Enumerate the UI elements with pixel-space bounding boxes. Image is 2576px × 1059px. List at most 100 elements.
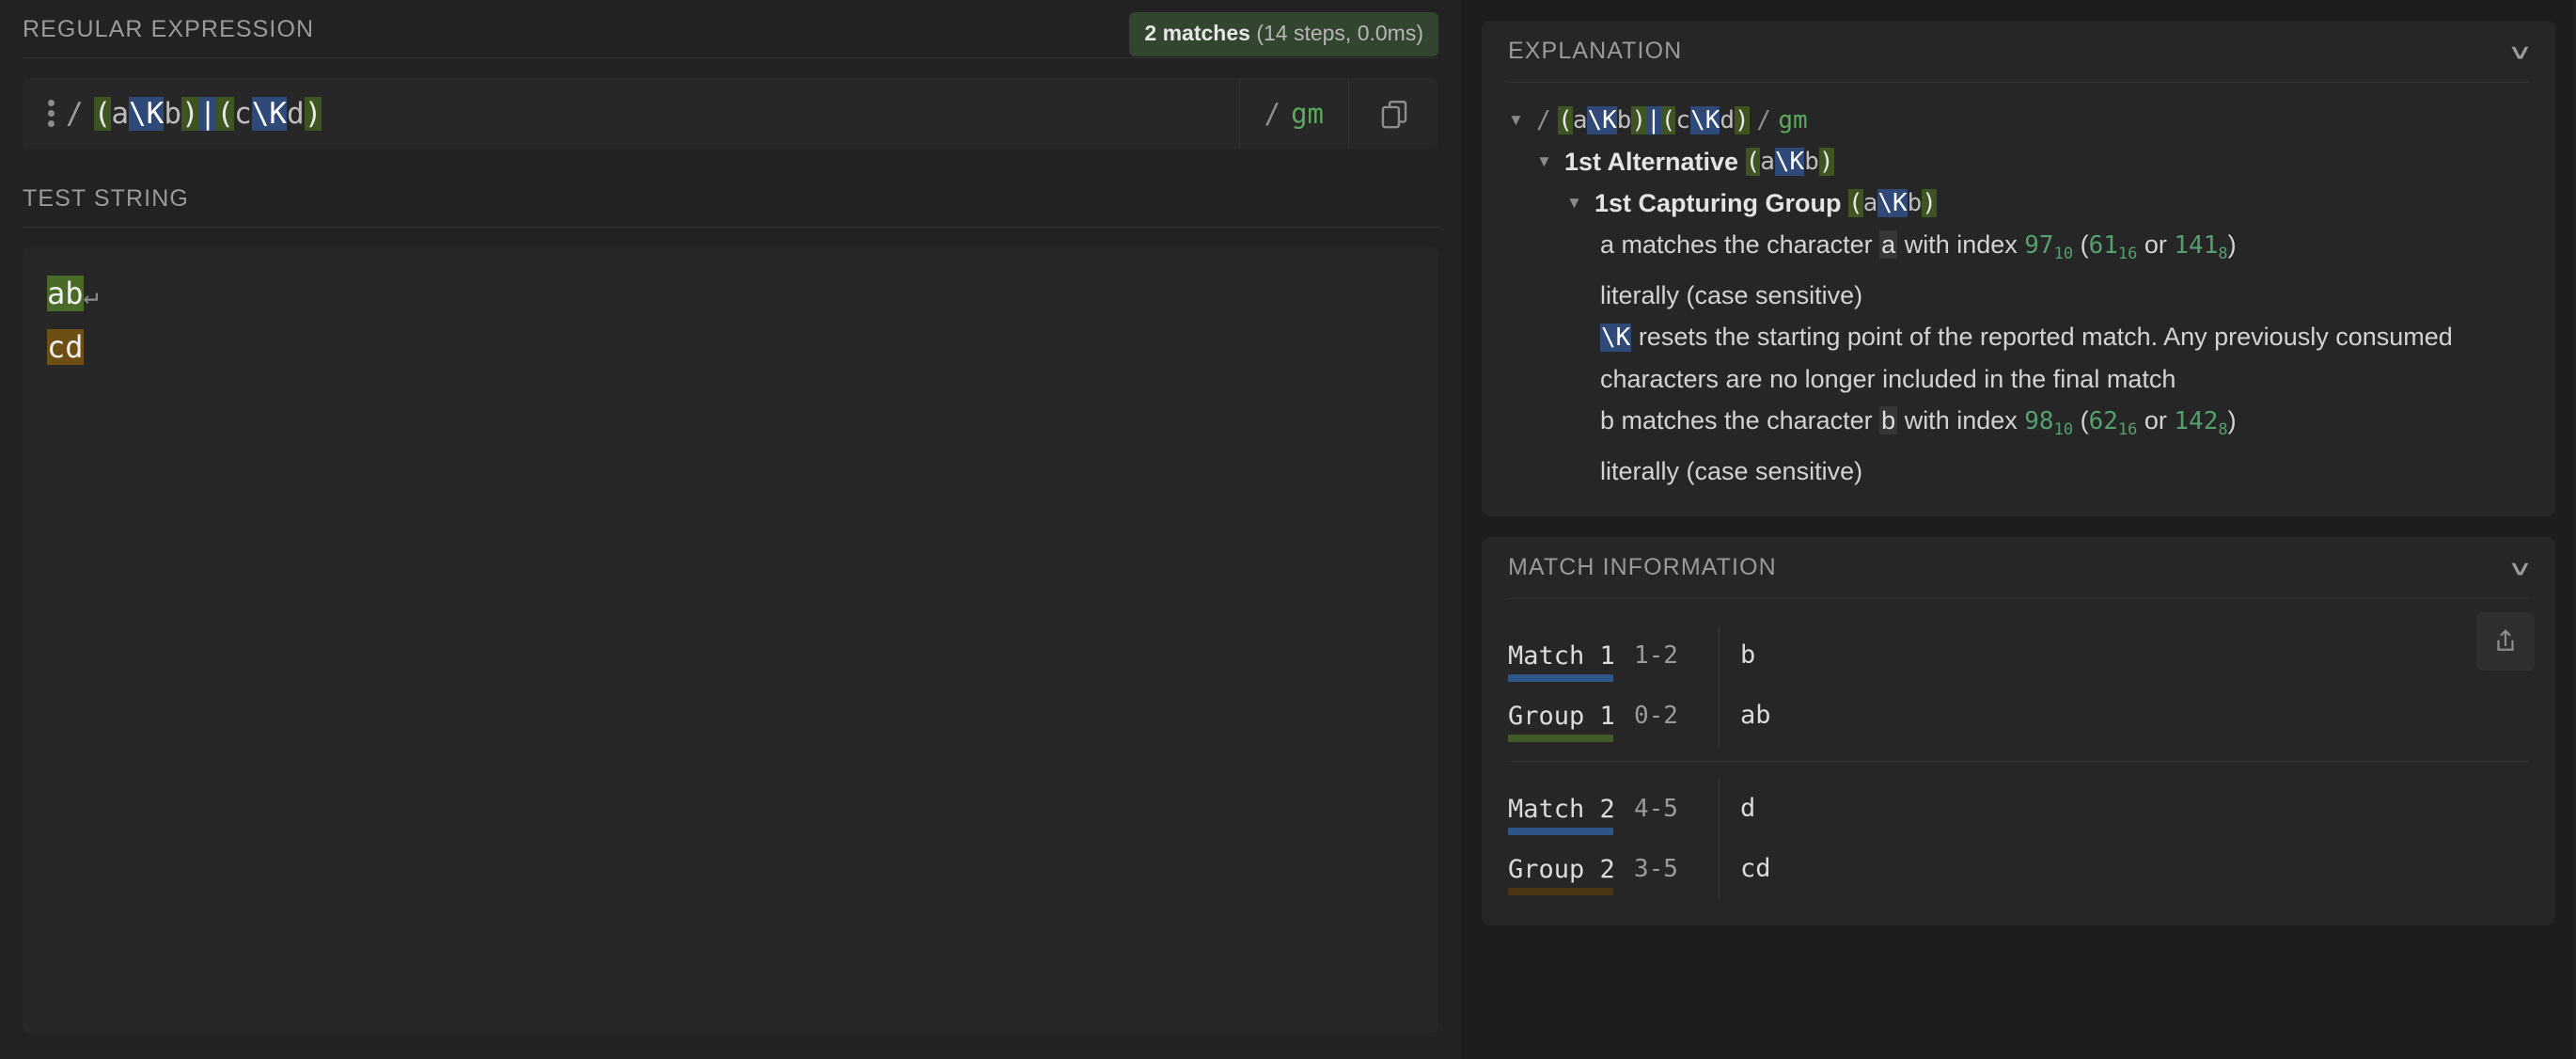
a-match-char: a [1879,230,1898,259]
root-slash-close: / [1756,106,1771,134]
match-information-title: MATCH INFORMATION [1508,554,1777,581]
explanation-card: EXPLANATION ∨ ▼ / (a\Kb)|(c\Kd) / gm ▼ 1… [1482,21,2555,517]
chevron-down-icon[interactable]: ∨ [2507,558,2534,578]
copy-icon [1381,100,1406,128]
root-slash-open: / [1536,106,1551,134]
disclosure-triangle-root[interactable]: ▼ [1508,100,1536,141]
regex-section-header: REGULAR EXPRESSION 2 matches (14 steps, … [0,0,1461,58]
regex-pattern-input[interactable]: (a\Kb)|(c\Kd) [93,96,322,131]
match-count-badge: 2 matches (14 steps, 0.0ms) [1129,12,1438,56]
b-match-octal: 1428 [2174,407,2228,440]
match-label: Match 1 [1508,640,1615,671]
root-pattern: (a\Kb)|(c\Kd) [1558,106,1750,134]
a-match-paren-close: ) [2227,230,2237,259]
newline-glyph: ↵ [83,281,99,310]
test-string-line-2: cd [47,322,1414,372]
table-row[interactable]: Match 2 4-5 d [1508,779,2529,840]
explanation-title: EXPLANATION [1508,38,1683,64]
match-range: 4-5 [1634,795,1678,824]
explanation-line-a-literally: literally (case sensitive) [1600,281,1863,310]
explanation-capturing-group-row[interactable]: ▼ 1st Capturing Group (a\Kb) [1508,182,2529,224]
group-label-cell: Group 1 [1508,701,1617,742]
alternative-pattern: (a\Kb) [1745,148,1834,176]
disclosure-triangle-capturing-group[interactable]: ▼ [1566,182,1594,224]
test-string-title: TEST STRING [23,185,189,212]
disclosure-triangle-alternative[interactable]: ▼ [1536,141,1564,182]
match-information-card: MATCH INFORMATION ∨ Match 1 1-2 b Group … [1482,537,2555,926]
group-label: Group 1 [1508,701,1615,731]
a-match-hex: 6116 [2088,231,2138,264]
regex-tester-app: REGULAR EXPRESSION 2 matches (14 steps, … [0,0,2576,1059]
chevron-down-icon[interactable]: ∨ [2507,40,2534,61]
b-match-decimal: 9810 [2024,407,2074,440]
a-match-paren-open: ( [2080,230,2089,259]
left-pane: REGULAR EXPRESSION 2 matches (14 steps, … [0,0,1463,1059]
regex-delimiter-close: / [1264,97,1281,130]
root-flags: gm [1778,106,1808,134]
explanation-line-a-match: a matches the character a with index 971… [1508,224,2486,275]
explanation-header[interactable]: EXPLANATION ∨ [1508,21,2533,83]
match-group-1: Match 1 1-2 b Group 1 0-2 ab [1508,614,2529,753]
b-match-char: b [1879,406,1898,435]
b-match-mid: with index [1897,406,2025,435]
match-value: d [1719,779,2529,840]
group-label: Group 2 [1508,854,1615,884]
regex-input-box[interactable]: / (a\Kb)|(c\Kd) / gm [23,78,1438,149]
test-string-line-1: ab↵ [47,268,1414,322]
test-string-input[interactable]: ab↵ cd [23,247,1438,1033]
match-information-header[interactable]: MATCH INFORMATION ∨ [1508,537,2533,600]
table-row[interactable]: Group 2 3-5 cd [1508,839,2529,900]
group-value: ab [1719,686,2529,747]
capturing-group-label: 1st Capturing Group [1594,189,1842,217]
match-highlight-2: cd [47,329,84,365]
match-information-body: Match 1 1-2 b Group 1 0-2 ab Match 2 4-5… [1508,599,2535,925]
a-match-octal: 1418 [2174,231,2228,264]
a-match-mid: with index [1897,230,2025,259]
b-match-or: or [2137,406,2175,435]
match-label-cell: Match 2 [1508,794,1617,835]
match-label: Match 2 [1508,794,1615,824]
explanation-alternative-row[interactable]: ▼ 1st Alternative (a\Kb) [1508,141,2529,182]
right-pane: EXPLANATION ∨ ▼ / (a\Kb)|(c\Kd) / gm ▼ 1… [1463,0,2574,1059]
match-color-bar [1508,673,1613,682]
export-matches-button[interactable] [2476,612,2535,672]
regex-delimiter-open: / [66,96,84,131]
match-count-label: 2 matches [1144,21,1250,45]
k-reset-text: resets the starting point of the reporte… [1600,323,2453,394]
match-highlight-1: ab [47,276,84,311]
match-group-2: Match 2 4-5 d Group 2 3-5 cd [1508,767,2529,907]
copy-regex-button[interactable] [1348,78,1438,149]
match-label-cell: Match 1 [1508,640,1617,682]
regular-expression-title: REGULAR EXPRESSION [23,16,315,42]
regex-flags-cell[interactable]: / gm [1238,78,1348,149]
match-value: b [1719,625,2529,687]
a-match-decimal: 9710 [2024,231,2074,264]
table-row[interactable]: Match 1 1-2 b [1508,625,2529,687]
share-icon [2497,629,2514,652]
group-color-bar [1508,734,1613,742]
drag-handle-icon[interactable] [48,100,55,127]
explanation-line-b-literally: literally (case sensitive) [1600,457,1863,486]
alternative-label: 1st Alternative [1564,148,1739,176]
match-steps-detail: (14 steps, 0.0ms) [1256,21,1423,45]
b-match-paren-close: ) [2227,406,2237,435]
a-match-pre: a matches the character [1600,230,1880,259]
k-escape-token: \K [1600,324,1632,353]
explanation-root-row[interactable]: ▼ / (a\Kb)|(c\Kd) / gm [1508,100,2529,141]
divider [1508,761,2529,763]
group-range: 0-2 [1634,702,1678,731]
group-label-cell: Group 2 [1508,854,1617,895]
b-match-pre: b matches the character [1600,406,1880,435]
explanation-line-b-match: b matches the character b with index 981… [1508,400,2486,450]
table-row[interactable]: Group 1 0-2 ab [1508,686,2529,747]
match-color-bar [1508,827,1613,835]
explanation-line-k-reset: \K resets the starting point of the repo… [1508,316,2486,400]
regex-flags-value[interactable]: gm [1291,98,1324,130]
regex-input-main[interactable]: / (a\Kb)|(c\Kd) [23,78,1239,149]
explanation-tree: ▼ / (a\Kb)|(c\Kd) / gm ▼ 1st Alternative… [1508,83,2529,516]
test-string-section-header: TEST STRING [0,169,1461,228]
group-color-bar [1508,887,1613,895]
b-match-paren-open: ( [2080,406,2089,435]
b-match-hex: 6216 [2088,407,2138,440]
capturing-group-pattern: (a\Kb) [1848,189,1937,217]
